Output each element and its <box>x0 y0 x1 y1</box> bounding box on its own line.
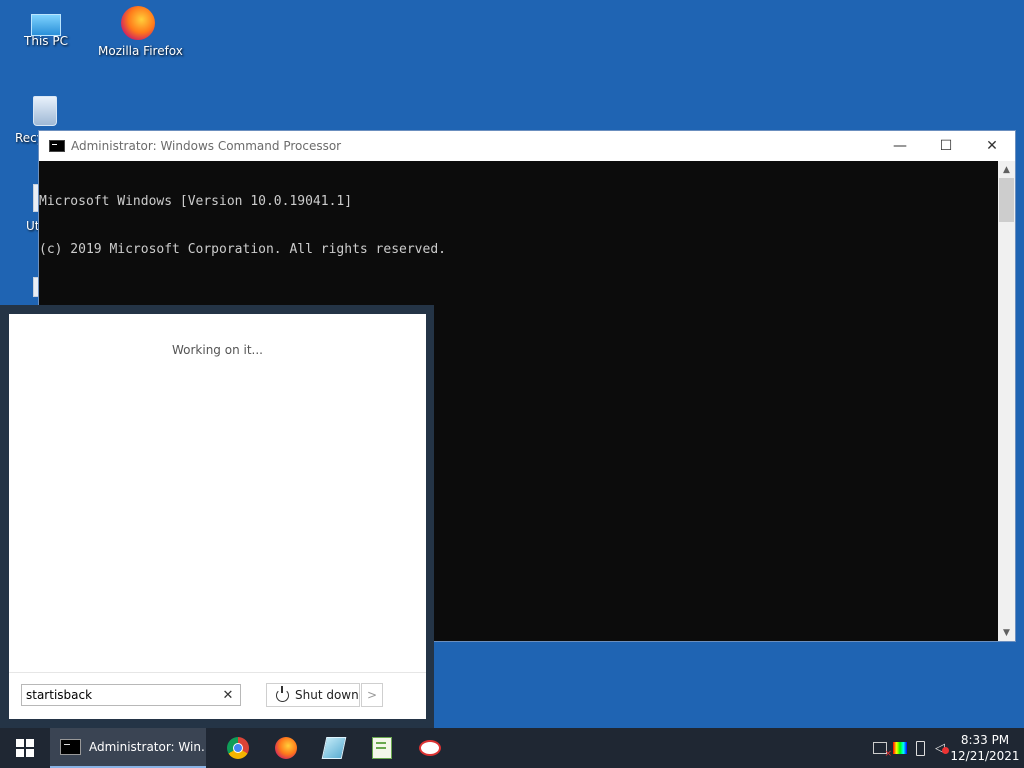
clock-time: 8:33 PM <box>960 733 1010 747</box>
system-tray: ◁ 8:33 PM 12/21/2021 <box>870 728 1024 768</box>
display-color-icon <box>893 742 907 754</box>
paint-icon <box>419 740 441 756</box>
desktop-icon-label: Mozilla Firefox <box>98 44 183 58</box>
console-line: Microsoft Windows [Version 10.0.19041.1] <box>39 194 353 209</box>
scroll-down-icon[interactable]: ▼ <box>998 624 1015 641</box>
search-box[interactable]: ✕ <box>21 684 241 706</box>
console-line: ​ <box>39 290 998 306</box>
start-menu: Working on it... ✕ Shut down > <box>0 305 434 728</box>
notepad-icon <box>372 737 392 759</box>
volume-muted-icon: ◁ <box>935 740 949 756</box>
taskbar-item-cmd[interactable]: Administrator: Win... <box>50 728 206 768</box>
start-menu-panel: Working on it... ✕ Shut down > <box>9 314 426 719</box>
cmd-titlebar[interactable]: Administrator: Windows Command Processor… <box>39 131 1015 161</box>
taskbar: Administrator: Win... ◁ 8:33 PM 12/21/20… <box>0 728 1024 768</box>
network-icon <box>873 742 892 759</box>
scroll-thumb[interactable] <box>999 178 1014 222</box>
shutdown-button[interactable]: Shut down <box>266 683 360 707</box>
tray-network[interactable] <box>870 728 892 768</box>
taskbar-item-notepad[interactable] <box>358 728 406 768</box>
tray-display[interactable] <box>890 728 910 768</box>
power-icon <box>276 685 289 702</box>
close-button[interactable]: ✕ <box>969 131 1015 161</box>
desktop-icon-this-pc[interactable]: This PC <box>6 8 86 48</box>
start-menu-bottom-bar: ✕ Shut down > <box>9 672 426 719</box>
usb-icon <box>915 740 925 756</box>
chrome-icon <box>227 737 249 759</box>
taskbar-item-paint[interactable] <box>406 728 454 768</box>
taskbar-item-chrome[interactable] <box>214 728 262 768</box>
taskbar-item-glass-app[interactable] <box>310 728 358 768</box>
console-line: (c) 2019 Microsoft Corporation. All righ… <box>39 242 446 257</box>
windows-logo-icon <box>16 739 34 757</box>
scroll-up-icon[interactable]: ▲ <box>998 161 1015 178</box>
window-title: Administrator: Windows Command Processor <box>71 139 342 153</box>
minimize-button[interactable]: — <box>877 131 923 161</box>
computer-icon <box>31 14 61 36</box>
maximize-button[interactable]: ☐ <box>923 131 969 161</box>
clock-date: 12/21/2021 <box>950 749 1020 763</box>
recycle-bin-icon <box>33 96 57 126</box>
cmd-icon <box>60 739 81 755</box>
search-input[interactable] <box>22 687 218 703</box>
glass-app-icon <box>321 737 347 759</box>
taskbar-clock[interactable]: 8:33 PM 12/21/2021 <box>950 732 1024 764</box>
taskbar-item-firefox[interactable] <box>262 728 310 768</box>
status-text: Working on it... <box>171 343 263 357</box>
firefox-icon <box>275 737 297 759</box>
desktop-icon-label: This PC <box>24 34 68 48</box>
desktop-icon-recycle-bin[interactable] <box>5 96 85 130</box>
shutdown-label: Shut down <box>295 688 359 702</box>
start-button[interactable] <box>0 728 50 768</box>
taskbar-item-label: Administrator: Win... <box>88 740 206 754</box>
desktop-icon-firefox[interactable]: Mozilla Firefox <box>98 6 183 58</box>
clear-search-icon[interactable]: ✕ <box>218 688 238 703</box>
firefox-icon <box>121 6 155 40</box>
shutdown-options-button[interactable]: > <box>361 683 383 707</box>
cmd-icon <box>49 140 65 152</box>
tray-usb[interactable] <box>910 728 930 768</box>
tray-volume[interactable]: ◁ <box>930 728 950 768</box>
vertical-scrollbar[interactable]: ▲ ▼ <box>998 161 1015 641</box>
